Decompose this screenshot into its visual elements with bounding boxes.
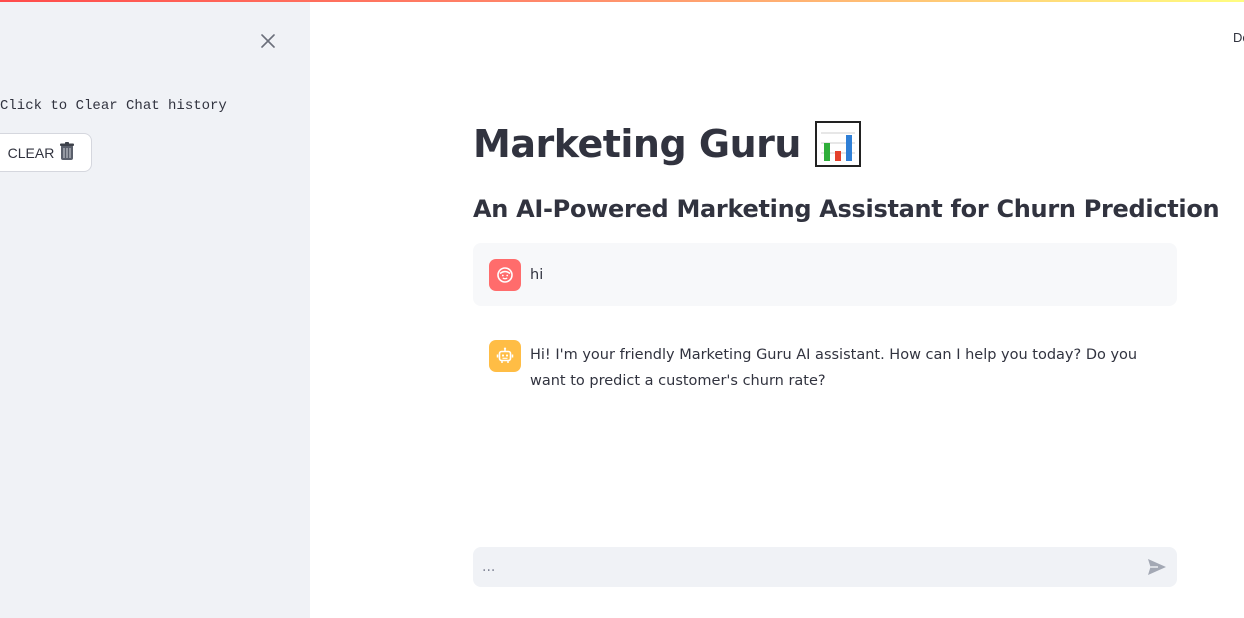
clear-button-label: CLEAR [7, 144, 55, 161]
chat-input[interactable] [473, 547, 1137, 587]
user-message-text: hi [530, 266, 544, 283]
sidebar: Click to Clear Chat history CLEAR [0, 2, 310, 618]
trash-icon [58, 141, 76, 164]
chat-message-user: hi [473, 243, 1177, 306]
close-sidebar-button[interactable] [256, 29, 280, 53]
face-icon [497, 266, 513, 283]
clear-history-hint: Click to Clear Chat history [0, 98, 227, 114]
bar-chart-icon [814, 121, 861, 167]
page-title-text: Marketing Guru [473, 122, 801, 166]
chat-input-container [473, 547, 1177, 587]
chat-message-assistant: Hi! I'm your friendly Marketing Guru AI … [473, 324, 1177, 408]
robot-icon [496, 347, 514, 363]
close-icon [261, 34, 275, 48]
assistant-avatar [489, 340, 521, 372]
send-button[interactable] [1137, 547, 1177, 587]
assistant-message-text: Hi! I'm your friendly Marketing Guru AI … [530, 347, 1138, 389]
page-title: Marketing Guru [473, 116, 861, 172]
clear-button[interactable]: CLEAR [0, 133, 92, 172]
send-icon [1148, 559, 1166, 575]
user-avatar [489, 258, 521, 291]
page-subtitle: An AI-Powered Marketing Assistant for Ch… [473, 195, 1220, 223]
deploy-button[interactable]: De [1233, 30, 1244, 45]
